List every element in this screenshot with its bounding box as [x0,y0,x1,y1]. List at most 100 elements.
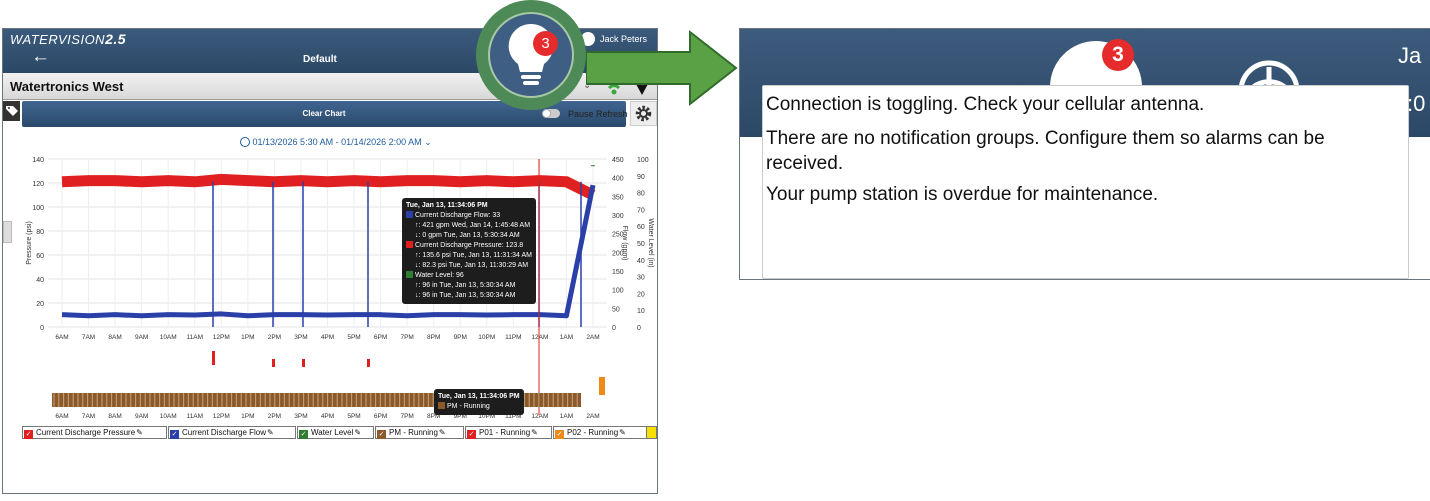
level-tick-label: 10 [637,308,645,315]
y-tick-label: 80 [36,229,44,236]
notification-message[interactable]: There are no notification groups. Config… [766,126,1386,176]
run-tooltip-time: Tue, Jan 13, 11:34:06 PM [438,393,520,400]
y-tick-label: 100 [32,205,44,212]
x-tick-label: 8AM [108,334,121,341]
notification-count-badge: 3 [533,31,558,56]
y-tick-label: 60 [36,253,44,260]
y-tick-label: 20 [36,301,44,308]
legend-item[interactable]: ✓ Water Level✎ [297,426,374,439]
pencil-icon[interactable]: ✎ [267,428,274,437]
pencil-icon[interactable]: ✎ [531,428,538,437]
x-tick-label: 9PM [454,334,467,341]
level-tick-label: 50 [637,241,645,248]
legend-checkbox[interactable]: ✓ [24,430,33,439]
legend-checkbox[interactable]: ✓ [377,430,386,439]
level-tick-label: 90 [637,174,645,181]
x-tick-label: 6AM [55,334,68,341]
level-tick-label: 30 [637,275,645,282]
legend-item[interactable]: ✓ P01 - Running✎ [465,426,552,439]
pause-refresh-toggle[interactable] [542,109,560,118]
legend-item[interactable]: ✓ PM - Running✎ [375,426,464,439]
date-range-picker[interactable]: 01/13/2026 5:30 AM - 01/14/2026 2:00 AM … [240,137,432,148]
legend-checkbox[interactable]: ✓ [299,430,308,439]
x-tick-label: 9AM [135,334,148,341]
level-tick-label: 40 [637,258,645,265]
tooltip-pressure: Current Discharge Pressure: 123.8 [406,241,532,251]
legend-checkbox[interactable]: ✓ [170,430,179,439]
flow-tick-label: 0 [612,325,616,332]
p01-running-mark [302,359,305,367]
tooltip-level-max: ↑: 96 in Tue, Jan 13, 5:30:34 AM [415,282,516,289]
flow-axis-label: Flow (gpm) [621,225,628,260]
notification-zoom-panel: 3 Ja :0 Connection is toggling. Check yo… [739,28,1430,280]
run-tooltip: Tue, Jan 13, 11:34:06 PM PM - Running [434,389,524,415]
y-tick-label: 140 [32,157,44,164]
chart-tooltip: Tue, Jan 13, 11:34:06 PM Current Dischar… [402,198,537,304]
x-tick-label: 6PM [374,334,387,341]
x-tick-label: 3PM [294,413,307,420]
legend-item[interactable]: ✓ Current Discharge Pressure✎ [22,426,167,439]
level-tick-label: 60 [637,224,645,231]
notification-popup: Connection is toggling. Check your cellu… [762,85,1409,279]
level-tick-label: 100 [637,157,649,164]
flow-tick-label: 350 [612,194,624,201]
tooltip-flow: Current Discharge Flow: 33 [406,211,532,221]
back-arrow-icon[interactable]: ← [31,47,50,66]
pencil-icon[interactable]: ✎ [136,428,143,437]
tooltip-level-min: ↓: 96 in Tue, Jan 13, 5:30:34 AM [415,292,516,299]
tooltip-flow-max: ↑: 421 gpm Wed, Jan 14, 1:45:48 AM [415,222,531,229]
x-tick-label: 12AM [531,413,548,420]
notification-bulb-button[interactable] [488,12,574,98]
tag-icon[interactable] [3,101,20,121]
zoomed-time-fragment: :0 [1407,91,1426,116]
window-title: Default [303,54,337,65]
flow-tick-label: 300 [612,213,624,220]
y-tick-label: 120 [32,181,44,188]
pencil-icon[interactable]: ✎ [439,428,446,437]
legend-checkbox[interactable]: ✓ [555,430,564,439]
x-tick-label: 11AM [187,334,204,341]
legend-label: Current Discharge Pressure [36,428,136,437]
notification-message[interactable]: Connection is toggling. Check your cellu… [766,92,1204,117]
clock-icon [240,137,250,147]
legend-item[interactable]: ✓ P02 - Running✎ [553,426,648,439]
level-axis-label: Water Level (in) [647,218,654,267]
zoomed-user-fragment: Ja [1398,43,1422,68]
notification-message[interactable]: Your pump station is overdue for mainten… [766,182,1158,207]
x-tick-label: 2PM [268,334,281,341]
callout-arrow [586,29,738,107]
tooltip-pressure-max: ↑: 135.6 psi Tue, Jan 13, 11:31:34 AM [415,252,533,259]
trend-chart[interactable]: 0204060801001201400501001502002503003504… [3,149,657,439]
x-tick-label: 1PM [241,413,254,420]
x-tick-label: 6PM [374,413,387,420]
pencil-icon[interactable]: ✎ [354,428,361,437]
tooltip-level: Water Level: 96 [406,271,532,281]
legend-item[interactable]: ✓ Current Discharge Flow✎ [168,426,296,439]
p01-running-mark [272,359,275,367]
pause-refresh-label: Pause Refresh [568,109,628,119]
x-tick-label: 1AM [560,334,573,341]
x-tick-label: 1PM [241,334,254,341]
legend-label: Current Discharge Flow [182,428,267,437]
flow-tick-label: 400 [612,176,624,183]
p02-running-mark [599,377,605,395]
p01-running-mark [212,351,215,365]
x-tick-label: 9AM [135,413,148,420]
x-tick-label: 11PM [505,334,522,341]
pencil-icon[interactable]: ✎ [619,428,626,437]
legend-label: PM - Running [389,428,438,437]
x-tick-label: 4PM [321,413,334,420]
legend-item-overflow[interactable] [646,426,657,439]
level-tick-label: 70 [637,207,645,214]
x-tick-label: 12AM [531,334,548,341]
tooltip-time: Tue, Jan 13, 11:34:06 PM [406,202,488,209]
level-tick-label: 0 [637,325,641,332]
x-tick-label: 2PM [268,413,281,420]
legend-checkbox[interactable]: ✓ [467,430,476,439]
chevron-down-icon: ⌄ [424,137,432,147]
x-tick-label: 12PM [213,413,230,420]
x-tick-label: 5PM [347,334,360,341]
tooltip-pressure-min: ↓: 82.3 psi Tue, Jan 13, 11:30:29 AM [415,262,529,269]
date-range-text: 01/13/2026 5:30 AM - 01/14/2026 2:00 AM [252,137,422,147]
x-tick-label: 10PM [478,334,495,341]
